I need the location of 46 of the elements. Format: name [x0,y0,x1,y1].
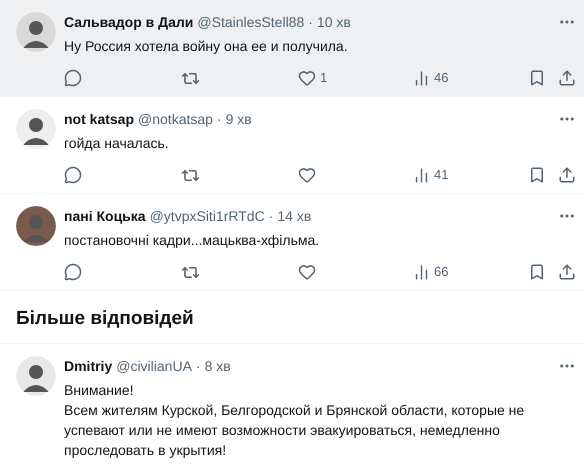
views-count: 66 [434,263,448,282]
author-handle[interactable]: @ytvpxSiti1rRTdC [150,206,265,226]
post-time[interactable]: 8 хв [204,356,231,376]
share-icon[interactable] [558,263,576,281]
separator-dot: · [308,13,313,32]
views-count: 46 [434,69,448,88]
post-text: Внимание! Всем жителям Курской, Белгородской и Брянской области, которые не успевают или не имеют возможности эвакуироваться, немедленно проследовать в укрытия! [64,381,526,460]
reply-icon[interactable] [64,263,82,281]
views-count: 41 [434,166,448,184]
views-icon[interactable] [413,264,430,280]
views-icon[interactable] [413,70,430,86]
author-name[interactable]: пані Коцька [64,206,146,226]
section-heading: Більше відповідей [16,307,195,331]
avatar[interactable] [16,356,56,396]
author-name[interactable]: Сальвадор в Дали [64,12,194,32]
avatar[interactable] [16,109,56,149]
separator-dot: · [216,110,222,129]
like-icon[interactable] [298,69,316,87]
avatar[interactable] [16,12,56,52]
views-icon[interactable] [413,166,430,184]
like-count: 1 [320,69,328,88]
author-name[interactable]: Dmitriy [64,356,112,376]
share-icon[interactable] [558,166,576,184]
post-text: Ну Россия хотела войну она ее и получила. [64,37,349,56]
post-time[interactable]: 10 хв [316,12,351,32]
reply-icon[interactable] [64,69,82,87]
author-handle[interactable]: @notkatsap [138,109,213,129]
post-time[interactable]: 9 хв [226,109,252,129]
post-text: гойда началась. [64,134,170,153]
separator-dot: · [268,207,274,226]
bookmark-icon[interactable] [528,166,546,184]
bookmark-icon[interactable] [528,69,546,87]
post-time[interactable]: 14 хв [277,206,312,226]
separator-dot: · [196,357,201,376]
reply-icon[interactable] [64,166,82,184]
bookmark-icon[interactable] [528,263,546,281]
like-icon[interactable] [298,263,316,281]
author-handle[interactable]: @civilianUA [116,356,192,376]
reply-post[interactable]: Сальвадор в Дали @StainlesStell88 · 10 хв Ну Россия хотела войну она ее и получила. 1 46 [0,0,584,97]
author-handle[interactable]: @StainlesStell88 [197,12,304,32]
share-icon[interactable] [558,69,576,87]
post-text: постановочні кадри...мацьква-хфільма. [64,231,320,250]
author-name[interactable]: not katsap [64,109,134,129]
avatar[interactable] [16,206,56,246]
like-icon[interactable] [298,166,316,184]
reply-post[interactable]: Dmitriy @civilianUA · 8 хв Внимание! Всем жителям Курской, Белгородской и Брянской области, которые не успевают или не имеют возможности эвакуироваться, немедленно проследовать в укрытия! [0,343,584,467]
